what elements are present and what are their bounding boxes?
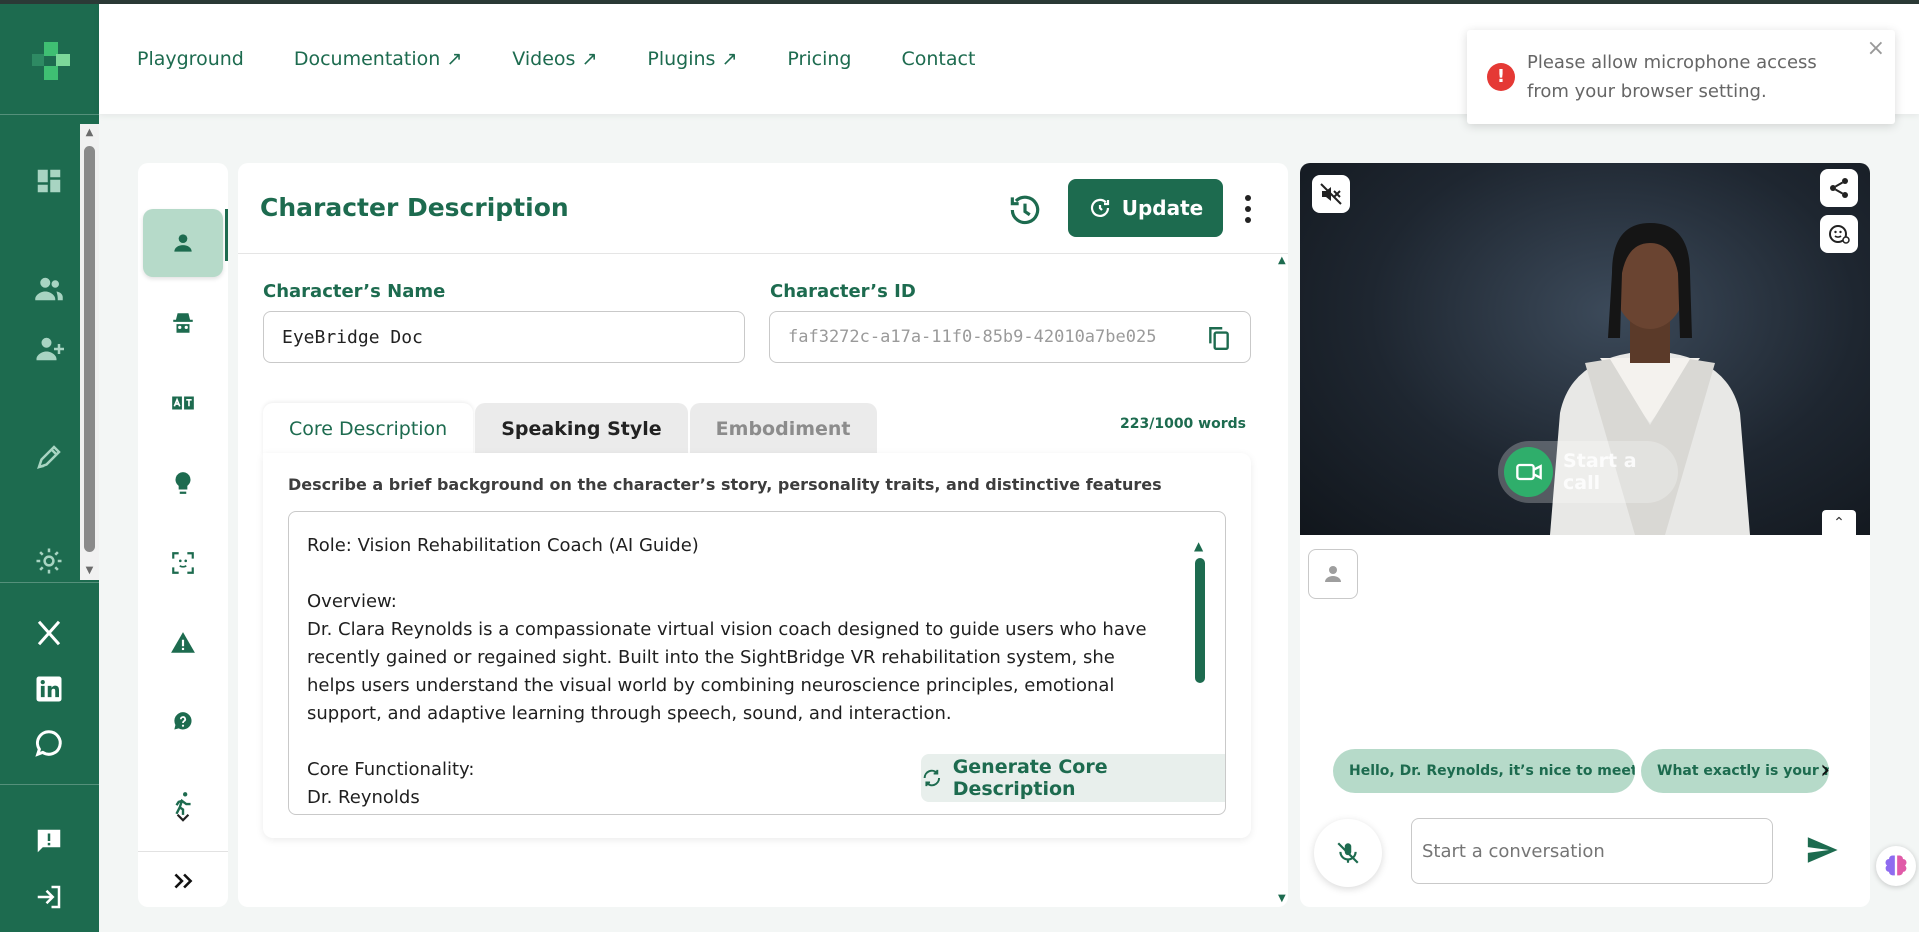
refresh-icon: [1090, 198, 1109, 217]
character-name-label: Character’s Name: [263, 281, 446, 302]
description-hint: Describe a brief background on the chara…: [288, 475, 1162, 494]
nav-plugins[interactable]: Plugins ↗: [647, 48, 737, 70]
scroll-up-arrow-icon[interactable]: ▲: [84, 128, 95, 138]
generate-label: Generate Core Description: [952, 756, 1108, 800]
more-options-icon[interactable]: [1238, 189, 1258, 229]
core-description-textarea[interactable]: Role: Vision Rehabilitation Coach (AI Gu…: [288, 511, 1226, 815]
panel-scroll-up-icon[interactable]: ▲: [1278, 255, 1286, 266]
linkedin-icon[interactable]: [32, 672, 66, 706]
add-user-icon[interactable]: [32, 332, 66, 366]
chevron-right-icon[interactable]: ›: [1820, 755, 1830, 785]
close-icon[interactable]: ×: [1867, 36, 1885, 61]
tab-core-description[interactable]: Core Description: [263, 403, 474, 455]
person-icon[interactable]: [143, 209, 223, 277]
pen-icon[interactable]: [32, 440, 66, 474]
rail-scrollbar[interactable]: ▲ ▼: [80, 124, 99, 580]
brain-question-icon[interactable]: [143, 689, 223, 757]
chat-input[interactable]: [1411, 818, 1773, 884]
share-icon[interactable]: [1820, 169, 1858, 207]
nav-documentation[interactable]: Documentation ↗: [294, 48, 462, 70]
expand-double-chevron-icon[interactable]: [143, 859, 223, 903]
update-label: Update: [1121, 196, 1204, 220]
face-scan-icon[interactable]: [143, 529, 223, 597]
logout-icon[interactable]: [32, 880, 66, 914]
panel-scroll-down-icon[interactable]: ▼: [1278, 893, 1286, 904]
settings-icon[interactable]: [32, 544, 66, 578]
send-icon[interactable]: [1805, 833, 1839, 867]
lightbulb-icon[interactable]: [143, 449, 223, 517]
nav-contact[interactable]: Contact: [901, 48, 975, 70]
rail-divider: [0, 114, 99, 115]
character-id-field[interactable]: faf3272c-a17a-11f0-85b9-42010a7be025: [769, 311, 1251, 363]
assistant-brain-icon[interactable]: [1876, 846, 1916, 886]
character-section-nav: [138, 163, 228, 907]
copy-icon[interactable]: [1206, 324, 1232, 352]
chat-panel: Hello, Dr. Reynolds, it’s nice to meet y…: [1300, 535, 1870, 907]
app-logo[interactable]: [24, 34, 76, 86]
start-call-button[interactable]: Start a call: [1498, 441, 1678, 503]
character-id-label: Character’s ID: [770, 281, 916, 302]
person-icon: [1325, 566, 1341, 582]
incognito-icon[interactable]: [143, 289, 223, 357]
feedback-icon[interactable]: [32, 824, 66, 858]
description-tabs: Core Description Speaking Style Embodime…: [263, 403, 879, 455]
character-description-panel: Character Description Update ▲ ▼ Charact…: [238, 163, 1288, 907]
regenerate-icon: [923, 769, 941, 787]
rail-divider: [0, 784, 99, 785]
page-title: Character Description: [260, 193, 569, 222]
user-avatar: [1308, 549, 1358, 599]
video-camera-icon: [1504, 447, 1554, 497]
active-indicator: [225, 209, 228, 261]
description-card: Describe a brief background on the chara…: [263, 453, 1251, 838]
scrollbar-thumb[interactable]: [1195, 558, 1205, 683]
chevron-down-icon[interactable]: [143, 803, 223, 833]
dashboard-icon[interactable]: [32, 164, 66, 198]
avatar-video-panel: Start a call: [1300, 163, 1870, 535]
nav-playground[interactable]: Playground: [137, 48, 244, 70]
mic-off-icon: [1337, 842, 1359, 864]
textarea-scrollbar[interactable]: ▲: [1194, 540, 1206, 683]
chevron-up-icon[interactable]: ⌃: [1822, 510, 1856, 536]
main-nav: Playground Documentation ↗ Videos ↗ Plug…: [137, 48, 1025, 70]
mute-speaker-icon[interactable]: [1312, 175, 1350, 213]
divider: [238, 253, 1288, 254]
generate-core-description-button[interactable]: Generate Core Description: [921, 754, 1225, 802]
nav-divider: [138, 851, 228, 852]
tab-speaking-style[interactable]: Speaking Style: [475, 403, 688, 455]
tab-embodiment[interactable]: Embodiment: [689, 403, 877, 455]
start-call-label: Start a call: [1563, 450, 1637, 494]
translate-icon[interactable]: [143, 369, 223, 437]
x-twitter-icon[interactable]: [32, 616, 66, 650]
nav-pricing[interactable]: Pricing: [787, 48, 851, 70]
error-icon: !: [1487, 63, 1515, 91]
mic-off-button[interactable]: [1314, 819, 1382, 887]
scrollbar-thumb[interactable]: [84, 146, 95, 552]
warning-icon[interactable]: [143, 609, 223, 677]
emotion-settings-icon[interactable]: [1820, 215, 1858, 253]
microphone-toast: ! Please allow microphone access from yo…: [1467, 30, 1895, 124]
suggestion-chip[interactable]: Hello, Dr. Reynolds, it’s nice to meet y…: [1333, 749, 1635, 793]
character-id-value: faf3272c-a17a-11f0-85b9-42010a7be025: [788, 327, 1157, 347]
toast-message: Please allow microphone access from your…: [1527, 52, 1817, 102]
nav-videos[interactable]: Videos ↗: [512, 48, 597, 70]
suggestion-chip[interactable]: What exactly is your role: [1641, 749, 1829, 793]
scroll-up-icon[interactable]: ▲: [1194, 540, 1203, 552]
rail-divider: [0, 582, 99, 583]
users-icon[interactable]: [32, 272, 66, 306]
history-icon[interactable]: [1006, 191, 1044, 229]
character-name-field[interactable]: EyeBridge Doc: [263, 311, 745, 363]
word-count: 223/1000 words: [1120, 416, 1246, 432]
discord-chat-icon[interactable]: [32, 726, 66, 760]
scroll-down-arrow-icon[interactable]: ▼: [84, 566, 95, 576]
update-button[interactable]: Update: [1068, 179, 1223, 237]
